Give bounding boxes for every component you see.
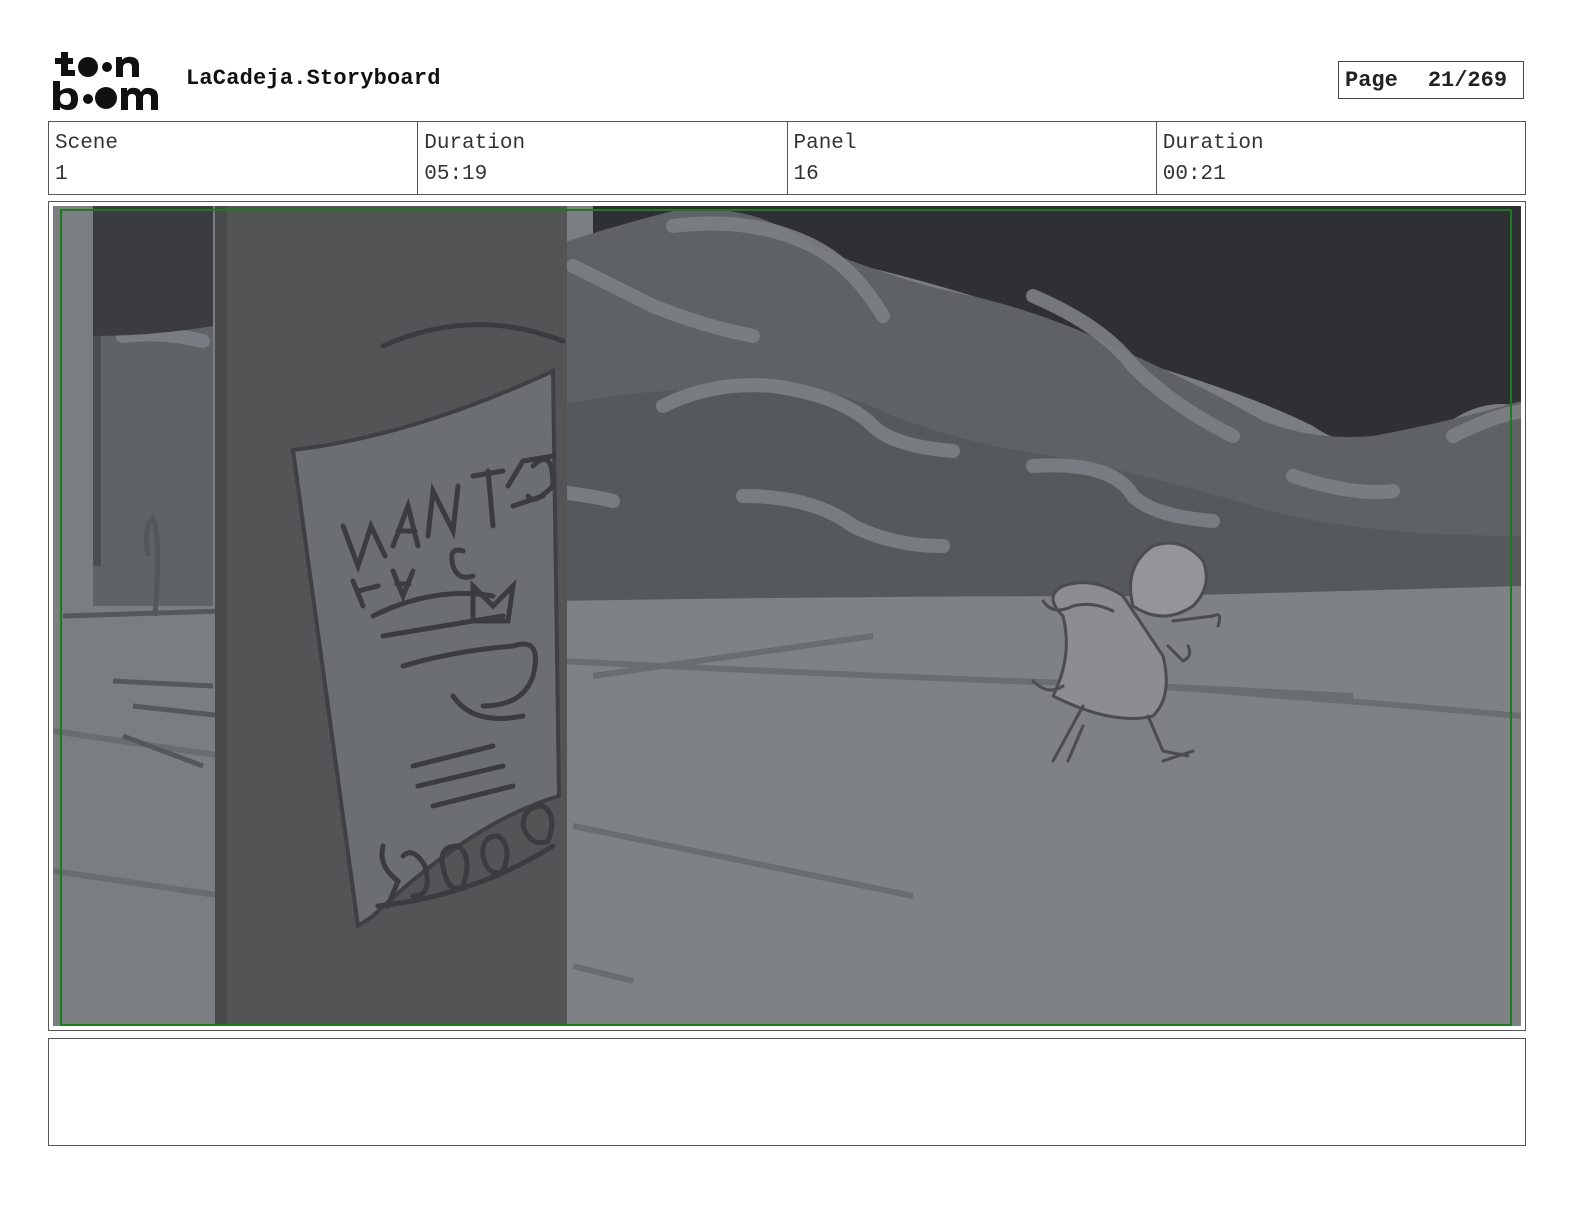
scene-label: Scene: [55, 132, 119, 155]
storyboard-panel: [48, 201, 1526, 1031]
toonboom-logo: [50, 50, 164, 112]
panel-duration-label: Duration: [1162, 132, 1264, 155]
scene-duration-label: Duration: [424, 132, 526, 155]
scene-value: 1: [55, 163, 68, 186]
page-number: 21/269: [1427, 67, 1508, 93]
panel-notes-box: [48, 1038, 1526, 1146]
panel-sketch-image: [53, 206, 1521, 1026]
panel-value: 16: [793, 163, 819, 186]
scene-duration-value: 05:19: [424, 163, 488, 186]
document-title: LaCadeja.Storyboard: [186, 66, 441, 91]
page-counter: Page 21/269: [1338, 61, 1524, 99]
scene-duration-cell: Duration 05:19: [418, 122, 788, 194]
panel-cell: Panel 16: [788, 122, 1157, 194]
panel-duration-cell: Duration 00:21: [1157, 122, 1525, 194]
panel-label: Panel: [793, 132, 857, 155]
page-label: Page: [1345, 67, 1398, 93]
scene-cell: Scene 1: [49, 122, 419, 194]
panel-duration-value: 00:21: [1162, 163, 1226, 186]
scene-info-table: Scene 1 Duration 05:19 Panel 16 Duration…: [48, 121, 1526, 195]
